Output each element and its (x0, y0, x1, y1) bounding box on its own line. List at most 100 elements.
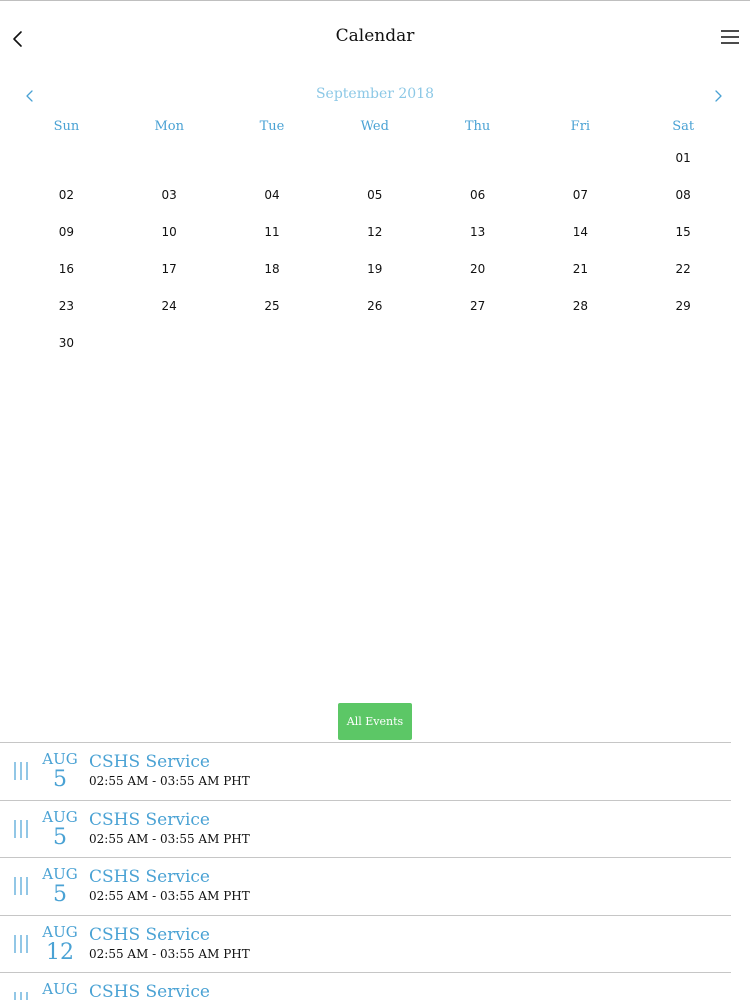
calendar-day[interactable]: 02 (15, 181, 118, 218)
event-date: AUG 5 (38, 751, 82, 792)
calendar-day[interactable]: 17 (118, 255, 221, 292)
calendar-week-row: 01 (15, 144, 735, 181)
calendar-day[interactable]: 13 (426, 218, 529, 255)
calendar-week-row: 02 03 04 05 06 07 08 (15, 181, 735, 218)
calendar-day[interactable]: 14 (529, 218, 632, 255)
weekday-label: Wed (360, 119, 389, 134)
event-time: 02:55 AM - 03:55 AM PHT (89, 831, 250, 846)
calendar-day[interactable]: 08 (632, 181, 735, 218)
drag-handle[interactable] (13, 934, 29, 954)
calendar-grid: Sun Mon Tue Wed Thu Fri Sat 01 02 03 04 … (15, 114, 735, 366)
calendar-day-empty (426, 329, 529, 366)
drag-handle-icon (14, 934, 28, 953)
event-month: AUG (42, 922, 78, 941)
event-list-item[interactable]: AUG 12 CSHS Service 02:55 AM - 03:55 AM … (0, 914, 731, 973)
calendar-day-empty (426, 144, 529, 181)
event-date: AUG 12 (38, 922, 82, 965)
event-time: 02:55 AM - 03:55 AM PHT (89, 774, 250, 788)
calendar-day[interactable]: 06 (426, 181, 529, 218)
event-list-item[interactable]: AUG 5 CSHS Service 02:55 AM - 03:55 AM P… (0, 799, 731, 858)
calendar-day[interactable]: 19 (323, 255, 426, 292)
calendar-day-empty (118, 329, 221, 366)
app-root: Calendar September 2018 Sun Mon Tue Wed … (0, 0, 750, 1000)
calendar-day-empty (323, 144, 426, 181)
drag-handle[interactable] (13, 876, 29, 896)
chevron-right-icon (715, 90, 722, 102)
drag-handle[interactable] (13, 761, 29, 781)
calendar-week-row: 30 (15, 329, 735, 366)
calendar-day[interactable]: 23 (15, 292, 118, 329)
calendar-day[interactable]: 10 (118, 218, 221, 255)
weekday-label: Sun (53, 119, 80, 134)
weekday-label: Mon (154, 119, 184, 134)
calendar-day[interactable]: 16 (15, 255, 118, 292)
calendar-day[interactable]: 21 (529, 255, 632, 292)
calendar-day[interactable]: 20 (426, 255, 529, 292)
calendar-day[interactable]: 29 (632, 292, 735, 329)
calendar-day[interactable]: 07 (529, 181, 632, 218)
calendar-day[interactable]: 24 (118, 292, 221, 329)
event-day: 12 (46, 939, 74, 965)
calendar-day[interactable]: 05 (323, 181, 426, 218)
event-date: AUG 5 (38, 866, 82, 907)
calendar-day[interactable]: 12 (323, 218, 426, 255)
calendar-day-empty (221, 329, 324, 366)
menu-button[interactable] (718, 26, 742, 48)
page-title: Calendar (335, 26, 415, 46)
event-day: 5 (53, 824, 67, 850)
calendar-day[interactable]: 30 (15, 329, 118, 366)
calendar-day[interactable]: 28 (529, 292, 632, 329)
next-month-button[interactable] (710, 86, 728, 106)
calendar-day[interactable]: 09 (15, 218, 118, 255)
event-month: AUG (42, 807, 78, 826)
all-events-button[interactable]: All Events (338, 703, 412, 740)
calendar-day[interactable]: 03 (118, 181, 221, 218)
calendar-day[interactable]: 18 (221, 255, 324, 292)
event-list-item[interactable]: AUG 5 CSHS Service 02:55 AM - 03:55 AM P… (0, 857, 731, 915)
event-title: CSHS Service (89, 809, 210, 830)
calendar-day-empty (529, 329, 632, 366)
weekday-label: Thu (464, 119, 491, 134)
month-navigation: September 2018 (0, 84, 750, 108)
event-month: AUG (42, 750, 78, 768)
drag-handle[interactable] (13, 991, 29, 1000)
event-time: 02:55 AM - 03:55 AM PHT (89, 946, 250, 961)
event-day: 5 (53, 767, 67, 792)
calendar-day[interactable]: 26 (323, 292, 426, 329)
calendar-day[interactable]: 27 (426, 292, 529, 329)
event-title: CSHS Service (89, 924, 210, 945)
calendar-day[interactable]: 22 (632, 255, 735, 292)
calendar-day[interactable]: 01 (632, 144, 735, 181)
drag-handle[interactable] (13, 819, 29, 839)
calendar-day[interactable]: 25 (221, 292, 324, 329)
calendar-week-row: 23 24 25 26 27 28 29 (15, 292, 735, 329)
drag-handle-icon (14, 877, 28, 895)
calendar-day-empty (221, 144, 324, 181)
month-label: September 2018 (315, 86, 435, 102)
event-list-item[interactable]: AUG CSHS Service (0, 972, 731, 1000)
drag-handle-icon (14, 992, 28, 1000)
event-day: 5 (53, 882, 67, 907)
event-time: 02:55 AM - 03:55 AM PHT (89, 889, 250, 903)
calendar-day[interactable]: 11 (221, 218, 324, 255)
drag-handle-icon (14, 762, 28, 780)
weekday-header-row: Sun Mon Tue Wed Thu Fri Sat (15, 114, 735, 144)
event-month: AUG (42, 980, 78, 998)
event-month: AUG (42, 865, 78, 883)
event-list: AUG 5 CSHS Service 02:55 AM - 03:55 AM P… (0, 742, 731, 1000)
hamburger-menu-icon (721, 30, 739, 44)
drag-handle-icon (14, 819, 28, 838)
calendar-day-empty (323, 329, 426, 366)
calendar-day-empty (15, 144, 118, 181)
calendar-week-row: 09 10 11 12 13 14 15 (15, 218, 735, 255)
event-date: AUG 5 (38, 807, 82, 850)
weekday-label: Fri (570, 119, 591, 134)
event-title: CSHS Service (89, 752, 210, 772)
event-list-item[interactable]: AUG 5 CSHS Service 02:55 AM - 03:55 AM P… (0, 742, 731, 800)
weekday-label: Sat (672, 119, 695, 134)
header: Calendar (0, 0, 750, 76)
calendar-day[interactable]: 04 (221, 181, 324, 218)
event-title: CSHS Service (89, 867, 210, 887)
weekday-label: Tue (259, 119, 285, 134)
calendar-day[interactable]: 15 (632, 218, 735, 255)
